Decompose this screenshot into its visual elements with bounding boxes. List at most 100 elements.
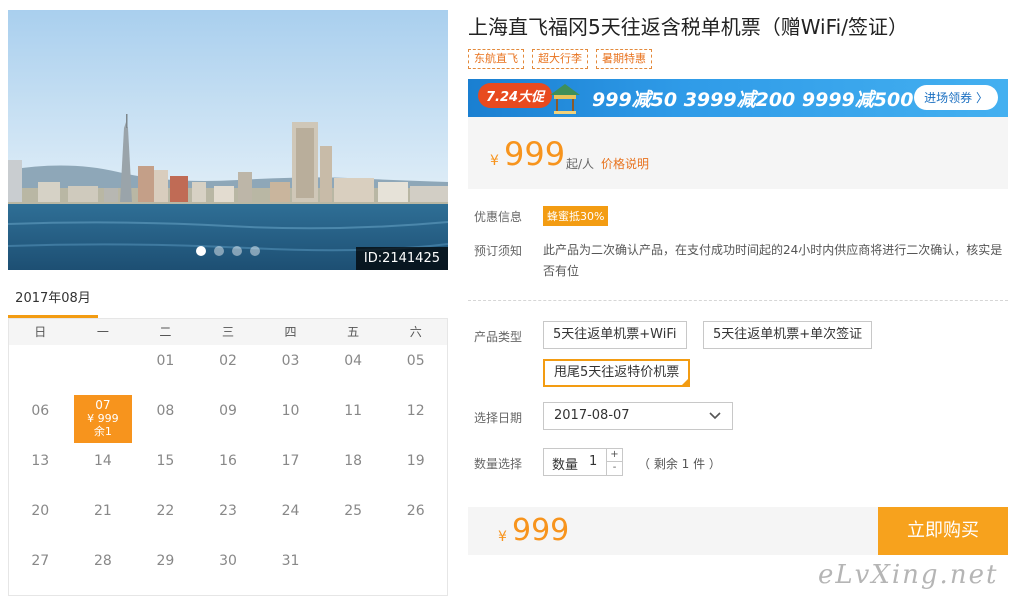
calendar-day[interactable]: 20 bbox=[9, 495, 72, 545]
weekday-label: 二 bbox=[159, 325, 172, 339]
product-gallery[interactable]: ID:2141425 bbox=[8, 10, 448, 270]
calendar-day[interactable]: 30 bbox=[197, 545, 260, 595]
calendar-day[interactable]: 15 bbox=[134, 445, 197, 495]
price-currency: ¥ bbox=[490, 153, 499, 169]
calendar-empty-cell bbox=[72, 345, 135, 395]
calendar-day[interactable]: 29 bbox=[134, 545, 197, 595]
calendar-day[interactable]: 22 bbox=[134, 495, 197, 545]
calendar-day[interactable]: 02 bbox=[197, 345, 260, 395]
weekday-label: 一 bbox=[96, 325, 109, 339]
selected-day-box[interactable]: 07 ¥ 999 余1 bbox=[73, 395, 132, 443]
selected-day-number: 07 bbox=[95, 398, 111, 412]
buy-now-button[interactable]: 立即购买 bbox=[878, 507, 1008, 555]
calendar-day[interactable]: 09 bbox=[197, 395, 260, 445]
price-box: ¥ 999 起/人 价格说明 bbox=[468, 117, 1008, 189]
calendar-day[interactable]: 21 bbox=[72, 495, 135, 545]
gallery-dot-2[interactable] bbox=[214, 246, 224, 256]
gallery-dot-3[interactable] bbox=[232, 246, 242, 256]
price-explanation-link[interactable]: 价格说明 bbox=[601, 155, 649, 172]
product-tag: 暑期特惠 bbox=[596, 49, 652, 69]
buy-price-bar: ¥ 999 bbox=[468, 507, 878, 555]
calendar-day[interactable]: 28 bbox=[72, 545, 135, 595]
gallery-image-id: ID:2141425 bbox=[355, 247, 448, 270]
date-select-value: 2017-08-07 bbox=[554, 408, 630, 423]
quantity-remaining: （ 剩余 1 件 ） bbox=[638, 457, 721, 471]
weekday-label: 四 bbox=[284, 325, 297, 339]
calendar-day[interactable]: 16 bbox=[197, 445, 260, 495]
buy-currency: ¥ bbox=[498, 529, 507, 545]
gallery-dot-4[interactable] bbox=[250, 246, 260, 256]
calendar-day[interactable]: 06 bbox=[9, 395, 72, 445]
selected-check-icon bbox=[680, 377, 691, 387]
calendar-day[interactable]: 03 bbox=[259, 345, 322, 395]
calendar-day[interactable]: 18 bbox=[322, 445, 385, 495]
product-tag: 东航直飞 bbox=[468, 49, 524, 69]
gallery-dot-1[interactable] bbox=[196, 246, 206, 256]
calendar-day[interactable]: 24 bbox=[259, 495, 322, 545]
product-option-visa[interactable]: 5天往返单机票+单次签证 bbox=[703, 321, 873, 349]
gallery-pagination bbox=[196, 246, 260, 256]
promo-text: 999减50 3999减200 9999减500 bbox=[592, 89, 914, 111]
calendar-month-tab[interactable]: 2017年08月 bbox=[8, 284, 98, 318]
product-tag: 超大行李 bbox=[532, 49, 588, 69]
quantity-stepper: 数量 1 + - bbox=[543, 448, 623, 476]
calendar-day[interactable]: 11 bbox=[322, 395, 385, 445]
quantity-label: 数量选择 bbox=[474, 457, 523, 471]
calendar-day[interactable]: 13 bbox=[9, 445, 72, 495]
calendar-day[interactable]: 31 bbox=[259, 545, 322, 595]
calendar-day[interactable]: 27 bbox=[9, 545, 72, 595]
quantity-field-label: 数量 bbox=[552, 458, 579, 473]
chevron-down-icon bbox=[709, 412, 721, 420]
calendar-day[interactable]: 19 bbox=[384, 445, 447, 495]
calendar: 日 一 二 三 四 五 六 01 02 03 04 05 06 07 ¥ 999 余1 08 09 1… bbox=[8, 318, 448, 596]
booking-notice-text: 此产品为二次确认产品，在支付成功时间起的24小时内供应商将进行二次确认，核实是否… bbox=[543, 243, 1003, 278]
calendar-day[interactable]: 17 bbox=[259, 445, 322, 495]
product-title: 上海直飞福冈5天往返含税单机票（赠WiFi/签证） bbox=[468, 15, 908, 39]
calendar-day[interactable]: 10 bbox=[259, 395, 322, 445]
discount-label: 优惠信息 bbox=[474, 210, 523, 224]
product-option-special[interactable]: 甩尾5天往返特价机票 bbox=[543, 359, 691, 387]
calendar-day[interactable]: 25 bbox=[322, 495, 385, 545]
price-unit: 起/人 bbox=[566, 157, 595, 171]
weekday-label: 三 bbox=[221, 325, 234, 339]
beach-hut-icon bbox=[550, 84, 580, 114]
calendar-day[interactable]: 05 bbox=[384, 345, 447, 395]
product-type-label: 产品类型 bbox=[474, 330, 523, 344]
calendar-day[interactable]: 14 bbox=[72, 445, 135, 495]
weekday-label: 六 bbox=[409, 325, 422, 339]
discount-badge: 蜂蜜抵30% bbox=[543, 206, 609, 226]
promo-banner[interactable]: 7.24大促 999减50 3999减200 9999减500 进场领券 〉 bbox=[468, 79, 1008, 117]
gallery-photo bbox=[8, 10, 448, 270]
calendar-day[interactable]: 23 bbox=[197, 495, 260, 545]
product-option-wifi[interactable]: 5天往返单机票+WiFi bbox=[543, 321, 687, 349]
calendar-day[interactable]: 08 bbox=[134, 395, 197, 445]
product-option-label: 甩尾5天往返特价机票 bbox=[554, 365, 680, 380]
calendar-day[interactable]: 04 bbox=[322, 345, 385, 395]
calendar-weekday-header: 日 一 二 三 四 五 六 bbox=[9, 319, 447, 345]
calendar-day[interactable]: 26 bbox=[384, 495, 447, 545]
quantity-input[interactable]: 1 bbox=[589, 454, 597, 469]
section-divider bbox=[468, 300, 1008, 301]
watermark: eLvXing.net bbox=[818, 560, 999, 590]
weekday-label: 五 bbox=[347, 325, 360, 339]
calendar-empty-cell bbox=[384, 545, 447, 595]
weekday-label: 日 bbox=[34, 325, 47, 339]
selected-day-remain: 余1 bbox=[93, 425, 112, 438]
calendar-day[interactable]: 01 bbox=[134, 345, 197, 395]
calendar-day[interactable]: 12 bbox=[384, 395, 447, 445]
product-tags: 东航直飞 超大行李 暑期特惠 bbox=[468, 49, 652, 69]
calendar-day-selected[interactable]: 07 ¥ 999 余1 bbox=[72, 395, 135, 445]
quantity-increase-button[interactable]: + bbox=[606, 449, 622, 462]
calendar-empty-cell bbox=[322, 545, 385, 595]
date-select[interactable]: 2017-08-07 bbox=[543, 402, 733, 430]
selected-day-price: ¥ 999 bbox=[87, 412, 119, 425]
date-select-label: 选择日期 bbox=[474, 411, 523, 425]
promo-badge: 7.24大促 bbox=[478, 83, 553, 108]
buy-amount: 999 bbox=[512, 513, 570, 548]
price-amount: 999 bbox=[504, 135, 566, 173]
notice-label: 预订须知 bbox=[474, 244, 523, 258]
calendar-empty-cell bbox=[9, 345, 72, 395]
quantity-decrease-button[interactable]: - bbox=[606, 462, 622, 475]
calendar-day-grid: 01 02 03 04 05 06 07 ¥ 999 余1 08 09 10 11 12 13 14 15 16 1… bbox=[9, 345, 447, 595]
promo-coupon-button[interactable]: 进场领券 〉 bbox=[914, 85, 998, 110]
